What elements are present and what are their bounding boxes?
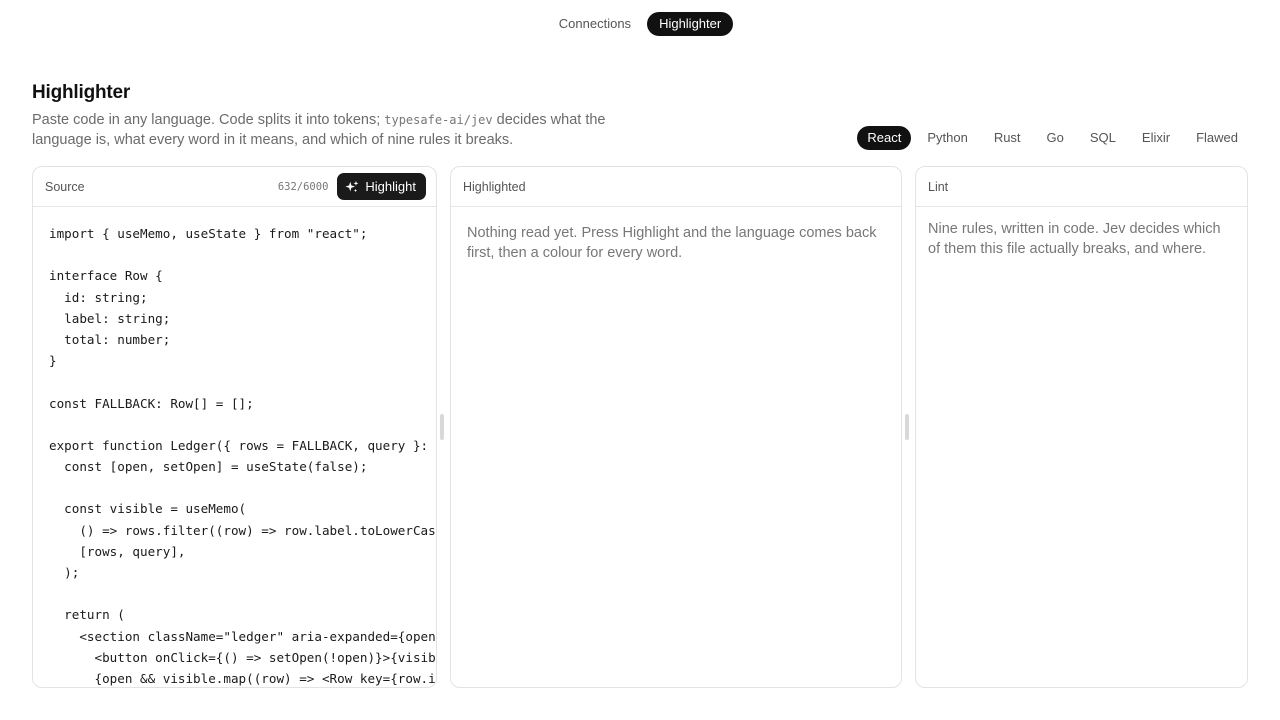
highlighted-panel-title: Highlighted <box>463 179 526 194</box>
code-line: import { useMemo, useState } from "react… <box>49 226 368 241</box>
code-line: <button onClick={() => setOpen(!open)}>{… <box>49 649 436 665</box>
lang-flawed[interactable]: Flawed <box>1186 126 1248 150</box>
code-line: () => rows.filter((row) => row.label.toL… <box>49 522 436 538</box>
code-line: const FALLBACK: Row[] = []; <box>49 395 254 411</box>
resize-handle-left[interactable] <box>440 414 444 440</box>
lint-panel-title: Lint <box>928 179 949 194</box>
code-line: [rows, query], <box>49 543 186 559</box>
lint-panel-header: Lint <box>916 167 1247 207</box>
code-line: interface Row { <box>49 268 163 284</box>
code-line: const visible = useMemo( <box>49 501 247 517</box>
code-line: return ( <box>49 607 125 623</box>
sparkles-icon <box>345 180 359 192</box>
tab-highlighter[interactable]: Highlighter <box>647 12 734 36</box>
lint-panel: Lint Nine rules, written in code. Jev de… <box>915 166 1248 688</box>
highlighted-panel-header: Highlighted <box>451 167 901 207</box>
lang-rust[interactable]: Rust <box>984 126 1031 150</box>
code-line: total: number; <box>49 331 171 347</box>
language-selector: React Python Rust Go SQL Elixir Flawed <box>851 126 1248 150</box>
source-panel-title: Source <box>45 179 85 194</box>
code-line: <section className="ledger" aria-expande… <box>49 628 436 644</box>
tab-connections[interactable]: Connections <box>547 12 643 36</box>
source-panel: Source 632/6000 Highlight import { useMe… <box>32 166 437 688</box>
page-title: Highlighter <box>32 82 131 103</box>
lang-python[interactable]: Python <box>917 126 977 150</box>
source-panel-header: Source 632/6000 Highlight <box>33 167 436 207</box>
lang-react[interactable]: React <box>857 126 912 150</box>
code-line: label: string; <box>49 310 171 326</box>
page-description: Paste code in any language. Code splits … <box>32 110 632 150</box>
code-editor[interactable]: import { useMemo, useState } from "react… <box>33 207 436 687</box>
highlight-button-label: Highlight <box>365 179 416 194</box>
character-counter: 632/6000 <box>277 180 329 193</box>
code-line: } <box>49 353 57 369</box>
highlighted-empty-state: Nothing read yet. Press Highlight and th… <box>467 225 877 261</box>
lang-go[interactable]: Go <box>1037 126 1074 150</box>
code-line: {open && visible.map((row) => <Row key={… <box>49 670 436 686</box>
desc-text-start: Paste code in any language. Code splits … <box>32 112 385 128</box>
lint-empty-state: Nine rules, written in code. Jev decides… <box>928 221 1221 257</box>
highlight-button[interactable]: Highlight <box>337 173 426 200</box>
highlighted-panel: Highlighted Nothing read yet. Press High… <box>450 166 902 688</box>
lang-sql[interactable]: SQL <box>1080 126 1126 150</box>
resize-handle-right[interactable] <box>905 414 909 440</box>
top-nav: Connections Highlighter <box>0 12 1280 36</box>
code-line: export function Ledger({ rows = FALLBACK… <box>49 437 436 453</box>
code-line: const [open, setOpen] = useState(false); <box>49 459 368 475</box>
code-line: ); <box>49 565 80 580</box>
lang-elixir[interactable]: Elixir <box>1132 126 1180 150</box>
code-line: id: string; <box>49 289 148 305</box>
package-name: typesafe-ai/jev <box>384 113 493 127</box>
